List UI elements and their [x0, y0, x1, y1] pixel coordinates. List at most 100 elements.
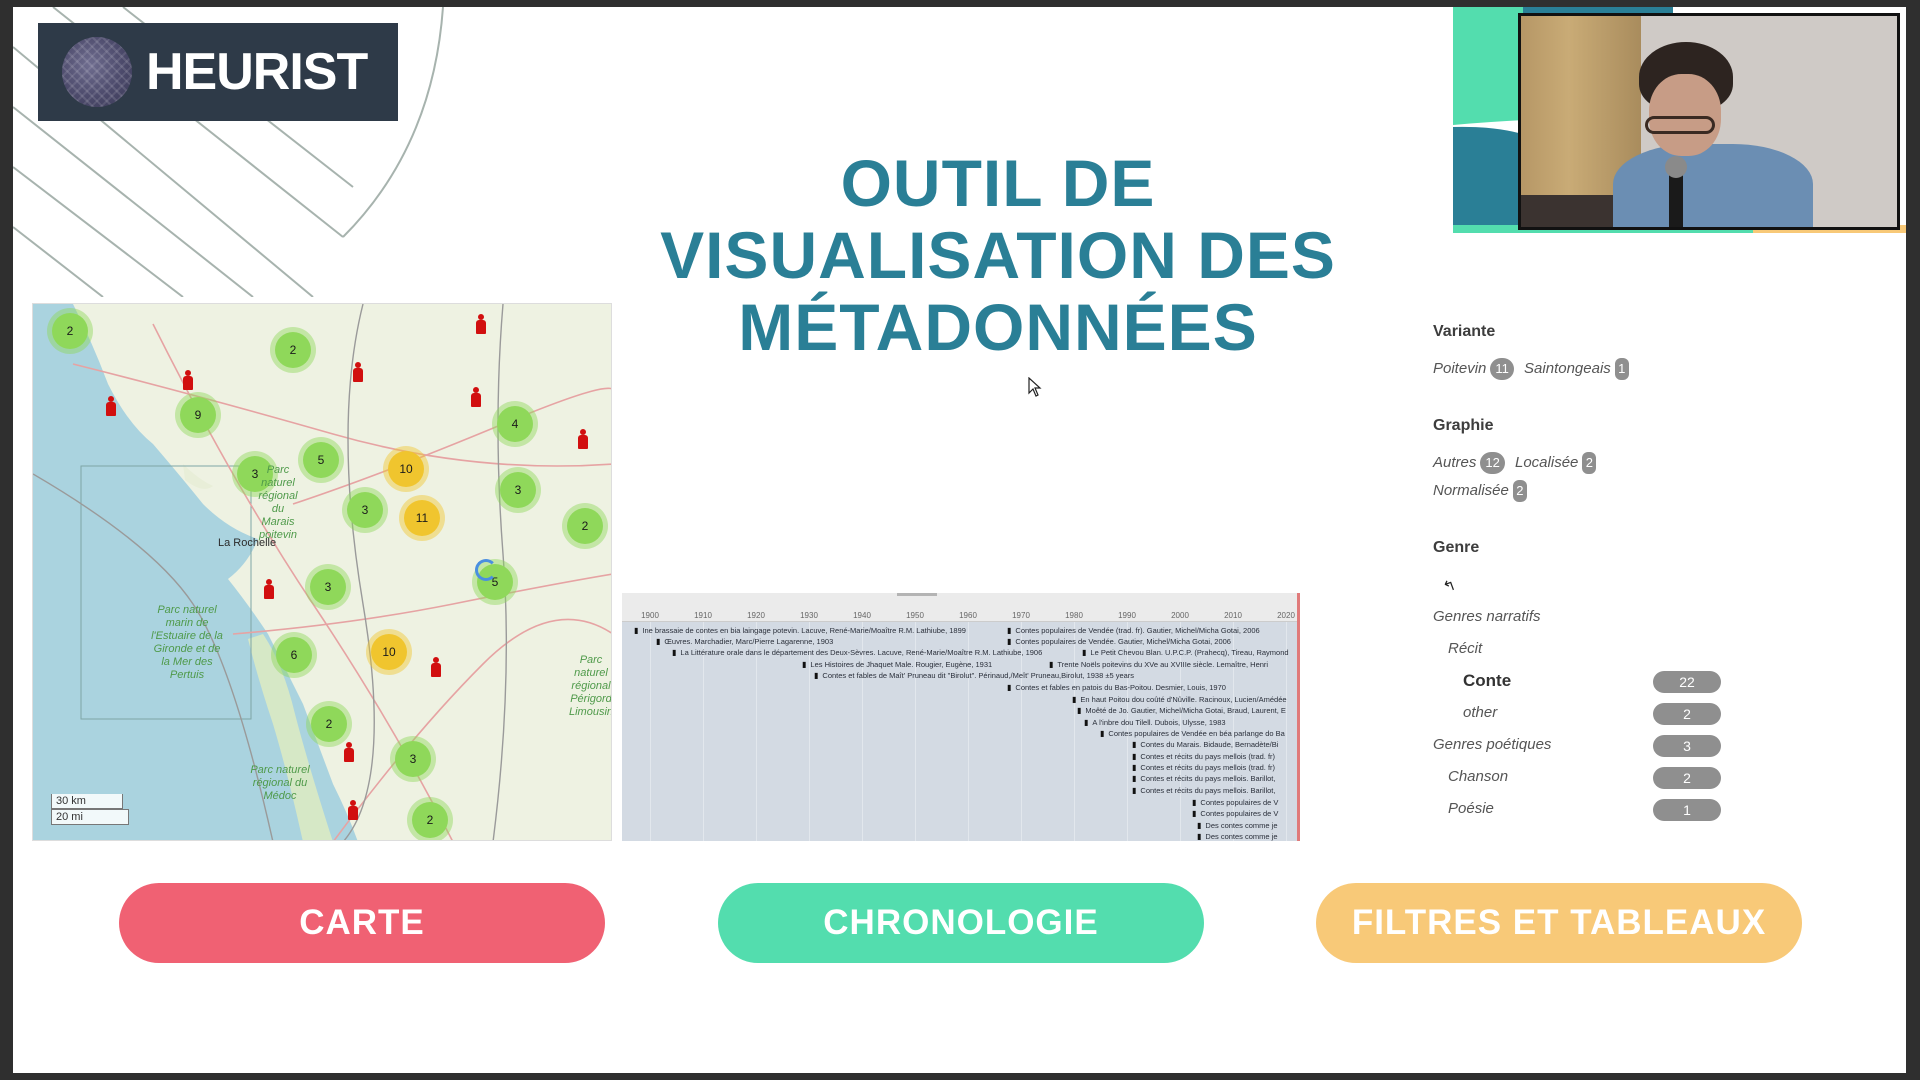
title-line-3: MÉTADONNÉES — [738, 290, 1258, 364]
genre-tree-item[interactable]: Poésie 1 — [1433, 793, 1753, 825]
map-cluster[interactable]: 9 — [180, 397, 216, 433]
title-line-1: OUTIL DE — [840, 146, 1156, 220]
map-person-marker-icon[interactable] — [578, 429, 588, 449]
timeline-event[interactable]: Contes populaires de Vendée en béa parla… — [1100, 729, 1284, 739]
count-badge: 2 — [1582, 452, 1597, 475]
timeline-event[interactable]: Contes et fables de Maît' Pruneau dit "B… — [814, 671, 1134, 681]
count-badge: 1 — [1653, 799, 1721, 821]
park-label-perigord: Parc naturel régional Périgord Limousin — [568, 654, 612, 718]
map-person-marker-icon[interactable] — [348, 800, 358, 820]
scale-mi: 20 mi — [51, 809, 129, 825]
facet-item[interactable]: Localisée 2 — [1515, 452, 1602, 475]
map-scale: 30 km 20 mi — [51, 794, 129, 825]
facet-genre: Genre ↰ Genres narratifs Récit Conte 22 othe… — [1433, 539, 1753, 825]
timeline-tick-label: 2010 — [1224, 611, 1242, 620]
genre-tree-item[interactable]: Récit — [1433, 633, 1753, 665]
timeline-event[interactable]: Contes populaires de V — [1192, 798, 1278, 808]
logo-text: HEURIST — [146, 43, 368, 101]
facet-item[interactable]: Saintongeais 1 — [1524, 358, 1635, 381]
timeline-event[interactable]: Contes et fables en patois du Bas-Poitou… — [1007, 683, 1226, 693]
timeline-event[interactable]: Contes et récits du pays mellois (trad. … — [1132, 752, 1275, 762]
map-cluster[interactable]: 6 — [276, 637, 312, 673]
timeline-tick-label: 1920 — [747, 611, 765, 620]
timeline-tick-label: 1940 — [853, 611, 871, 620]
timeline-event[interactable]: Contes populaires de Vendée. Gautier, Mi… — [1007, 637, 1231, 647]
map-cluster[interactable]: 10 — [371, 634, 407, 670]
genre-tree-item[interactable]: Chanson 2 — [1433, 761, 1753, 793]
timeline-event[interactable]: Ine brassaie de contes en bia laingage p… — [634, 626, 966, 636]
facet-item[interactable]: Autres 12 — [1433, 452, 1511, 475]
genre-tree-item[interactable]: Genres narratifs — [1433, 601, 1753, 633]
map-cluster[interactable]: 2 — [567, 508, 603, 544]
chronologie-button[interactable]: CHRONOLOGIE — [718, 883, 1204, 963]
map-cluster[interactable]: 3 — [500, 472, 536, 508]
timeline-tick-label: 1960 — [959, 611, 977, 620]
map-view[interactable]: 2 2 9 4 3 5 10 3 3 11 2 3 5 6 10 2 3 2 La Rochelle Parc n… — [32, 303, 612, 841]
park-label-estuaire: Parc naturel marin de l'Estuaire de la G… — [151, 604, 223, 681]
count-badge: 2 — [1653, 703, 1721, 725]
carte-button[interactable]: CARTE — [119, 883, 605, 963]
genre-label: Genres poétiques — [1433, 736, 1552, 753]
map-person-marker-icon[interactable] — [431, 657, 441, 677]
map-cluster[interactable]: 3 — [395, 741, 431, 777]
map-cluster[interactable]: 11 — [404, 500, 440, 536]
presentation-slide: HEURIST OUTIL DE VISUALISATION DES MÉTAD… — [13, 7, 1906, 1073]
map-person-marker-icon[interactable] — [476, 314, 486, 334]
map-cluster[interactable]: 3 — [347, 492, 383, 528]
timeline-event[interactable]: A l'inbre dou Tilell. Dubois, Ulysse, 19… — [1084, 718, 1225, 728]
timeline-event[interactable]: Contes et récits du pays mellois. Barill… — [1132, 786, 1275, 796]
slide-title: OUTIL DE VISUALISATION DES MÉTADONNÉES — [573, 147, 1423, 363]
timeline-event[interactable]: Moêté de Jo. Gautier, Michel/Micha Gotai… — [1077, 706, 1286, 716]
timeline-event[interactable]: Contes populaires de Vendée (trad. fr). … — [1007, 626, 1259, 636]
facet-item[interactable]: Poitevin 11 — [1433, 358, 1520, 381]
count-badge: 1 — [1614, 358, 1629, 381]
genre-label: Conte — [1463, 671, 1512, 690]
timeline-event[interactable]: Contes et récits du pays mellois. Barill… — [1132, 774, 1275, 784]
park-label-marais: Parc naturel régional du Marais poitevin — [258, 464, 298, 541]
microphone-icon — [1665, 156, 1687, 227]
timeline-event[interactable]: Œuvres. Marchadier, Marc/Pierre Lagarenn… — [656, 637, 833, 647]
map-cluster[interactable]: 5 — [303, 442, 339, 478]
genre-tree-item[interactable]: Conte 22 — [1433, 665, 1753, 697]
facet-item[interactable]: Normalisée 2 — [1433, 480, 1533, 503]
timeline-tick-label: 1950 — [906, 611, 924, 620]
timeline-event[interactable]: Des contes comme je — [1197, 821, 1277, 831]
timeline-event[interactable]: Contes populaires de V — [1192, 809, 1278, 819]
timeline-event[interactable]: Contes et récits du pays mellois (trad. … — [1132, 763, 1275, 773]
map-cluster[interactable]: 3 — [310, 569, 346, 605]
speaker-video-feed — [1518, 13, 1900, 230]
map-cluster[interactable]: 10 — [388, 451, 424, 487]
back-arrow-icon[interactable]: ↰ — [1440, 575, 1459, 596]
count-badge: 11 — [1490, 358, 1514, 381]
map-cluster[interactable]: 2 — [412, 802, 448, 838]
map-person-marker-icon[interactable] — [471, 387, 481, 407]
map-person-marker-icon[interactable] — [183, 370, 193, 390]
map-person-marker-icon[interactable] — [106, 396, 116, 416]
filtres-et-tableaux-button[interactable]: FILTRES ET TABLEAUX — [1316, 883, 1802, 963]
map-cluster[interactable]: 2 — [275, 332, 311, 368]
timeline-event[interactable]: La Littérature orale dans le département… — [672, 648, 1042, 658]
timeline-event[interactable]: Contes du Marais. Bidaude, Bernadète/Bi — [1132, 740, 1278, 750]
genre-tree-item[interactable]: Genres poétiques 3 — [1433, 729, 1753, 761]
timeline-event[interactable]: En haut Poitou dou coûté d'Nûville. Raci… — [1072, 695, 1286, 705]
timeline-event[interactable]: Trente Noëls poitevins du XVe au XVIIIe … — [1049, 660, 1268, 670]
map-person-marker-icon[interactable] — [353, 362, 363, 382]
timeline-event[interactable]: Des contes comme je — [1197, 832, 1277, 841]
map-cluster[interactable]: 2 — [52, 313, 88, 349]
facet-variante: Variante Poitevin 11 Saintongeais 1 — [1433, 323, 1753, 383]
map-cluster[interactable]: 4 — [497, 406, 533, 442]
map-person-marker-icon[interactable] — [264, 579, 274, 599]
timeline-event[interactable]: Le Petit Chevou Blan. U.P.C.P. (Prahecq)… — [1082, 648, 1288, 658]
genre-tree-item[interactable]: other 2 — [1433, 697, 1753, 729]
timeline-event[interactable]: Les Histoires de Jhaquet Male. Rougier, … — [802, 660, 992, 670]
timeline-scrollbar[interactable] — [897, 593, 937, 596]
map-cluster[interactable]: 2 — [311, 706, 347, 742]
map-person-marker-icon[interactable] — [344, 742, 354, 762]
timeline-tick-label: 2020 — [1277, 611, 1295, 620]
timeline-tick-label: 1930 — [800, 611, 818, 620]
genre-label: Poésie — [1448, 800, 1494, 817]
count-badge: 22 — [1653, 671, 1721, 693]
count-badge: 2 — [1512, 480, 1527, 503]
facet-title-variante: Variante — [1433, 323, 1496, 340]
timeline-view[interactable]: 1900 1910 1920 1930 1940 1950 1960 1970 1980 1990… — [622, 593, 1300, 841]
